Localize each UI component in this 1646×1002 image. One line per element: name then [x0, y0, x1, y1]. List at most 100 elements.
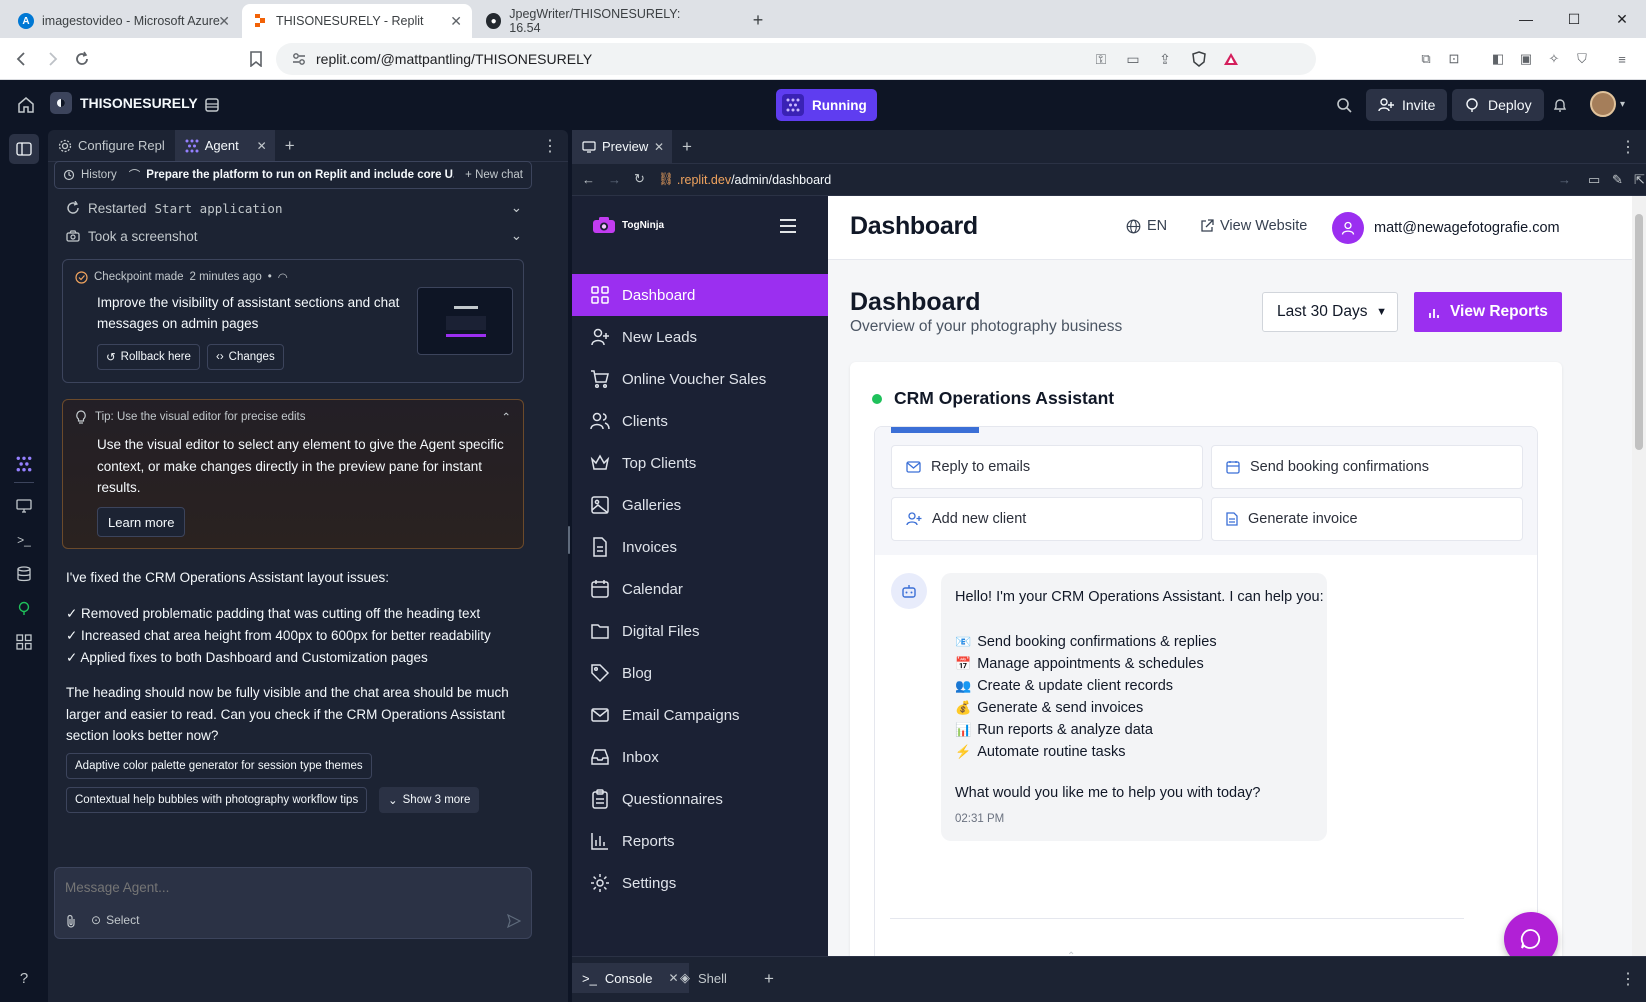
leo-ai-icon[interactable]: ✧	[1542, 47, 1566, 71]
deployments-icon[interactable]	[12, 596, 36, 620]
vpn-icon[interactable]: ⛉	[1570, 47, 1594, 71]
sidebar-item-dashboard[interactable]: Dashboard	[572, 274, 828, 316]
wallet-icon[interactable]: ▣	[1514, 47, 1538, 71]
minimize-icon[interactable]: —	[1502, 0, 1550, 38]
bookmark-icon[interactable]	[244, 47, 268, 71]
add-tab-icon[interactable]: +	[672, 130, 702, 163]
close-tab-icon[interactable]: ✕	[450, 13, 462, 30]
sidebar-item-galleries[interactable]: Galleries	[572, 484, 828, 526]
quick-action-button[interactable]: Generate invoice	[1211, 497, 1523, 541]
checkpoint-thumbnail[interactable]	[417, 287, 513, 355]
quick-action-button[interactable]: Add new client	[891, 497, 1203, 541]
tab-configure-repl[interactable]: Configure Repl	[48, 130, 175, 161]
quick-action-button[interactable]: Send booking confirmations	[1211, 445, 1523, 489]
files-icon[interactable]	[200, 93, 224, 117]
all-tools-icon[interactable]	[12, 630, 36, 654]
devtools-icon[interactable]: ✎	[1612, 172, 1623, 188]
rollback-button[interactable]: ↺ Rollback here	[97, 344, 200, 370]
changes-button[interactable]: ‹› Changes	[207, 344, 284, 370]
browser-tab-github[interactable]: ● JpegWriter/THISONESURELY: 16.54	[476, 4, 716, 38]
sidebar-item-blog[interactable]: Blog	[572, 652, 828, 694]
quick-action-button[interactable]: Reply to emails	[891, 445, 1203, 489]
back-icon[interactable]: ←	[582, 172, 595, 187]
view-website-link[interactable]: View Website	[1200, 218, 1307, 234]
hamburger-menu-icon[interactable]	[778, 216, 798, 236]
message-agent-input[interactable]	[65, 876, 505, 898]
sidebar-item-clients[interactable]: Clients	[572, 400, 828, 442]
address-bar[interactable]: replit.com/@mattpantling/THISONESURELY ⚿…	[276, 43, 1316, 75]
sidebar-item-calendar[interactable]: Calendar	[572, 568, 828, 610]
go-icon[interactable]: →	[1558, 172, 1571, 187]
sidebar-item-invoices[interactable]: Invoices	[572, 526, 828, 568]
language-selector[interactable]: EN	[1126, 218, 1167, 234]
tab-preview[interactable]: Preview ✕	[572, 130, 672, 163]
more-options-icon[interactable]: ⋮	[532, 130, 568, 161]
user-menu-button[interactable]: ▾	[1590, 91, 1625, 117]
browser-tab-azure[interactable]: A imagestovideo - Microsoft Azure ✕	[8, 4, 240, 38]
select-element-button[interactable]: ⊙ Select	[91, 913, 139, 927]
learn-more-button[interactable]: Learn more	[97, 507, 186, 537]
add-tab-icon[interactable]: +	[764, 969, 774, 989]
sidebar-icon[interactable]: ◧	[1486, 47, 1510, 71]
close-tab-icon[interactable]: ✕	[218, 13, 230, 30]
open-new-tab-icon[interactable]: ⇱	[1634, 172, 1645, 188]
tab-agent[interactable]: Agent ✕	[174, 130, 275, 161]
extensions-icon[interactable]: ⧉	[1414, 47, 1438, 71]
user-account[interactable]: matt@newagefotografie.com	[1332, 212, 1560, 244]
sidebar-item-digital-files[interactable]: Digital Files	[572, 610, 828, 652]
forward-icon[interactable]: →	[608, 172, 621, 187]
site-logo[interactable]: TogNinja	[592, 216, 664, 234]
date-range-select[interactable]: Last 30 Days ▼	[1262, 292, 1398, 332]
close-tab-icon[interactable]: ✕	[654, 140, 664, 154]
site-info-icon[interactable]	[290, 50, 308, 68]
screenshot-icon[interactable]: ⊡	[1442, 47, 1466, 71]
scrollbar-thumb[interactable]	[1635, 214, 1643, 450]
browser-tab-replit[interactable]: THISONESURELY - Replit ✕	[242, 4, 472, 38]
install-icon[interactable]: ▭	[1124, 50, 1142, 68]
bell-icon[interactable]	[1548, 93, 1572, 117]
sidebar-item-top-clients[interactable]: Top Clients	[572, 442, 828, 484]
tab-shell[interactable]: ◈ Shell	[670, 963, 737, 993]
console-tool-icon[interactable]: >_	[12, 528, 36, 552]
run-status-button[interactable]: Running	[776, 89, 877, 121]
close-tab-icon[interactable]: ✕	[257, 139, 267, 153]
more-options-icon[interactable]: ⋮	[1620, 969, 1636, 989]
preview-url[interactable]: ⛓ .replit.dev /admin/dashboard	[658, 172, 831, 187]
forward-icon[interactable]	[40, 47, 64, 71]
paperclip-icon[interactable]	[65, 914, 77, 928]
sidebar-item-questionnaires[interactable]: Questionnaires	[572, 778, 828, 820]
sidebar-item-reports[interactable]: Reports	[572, 820, 828, 862]
browser-menu-icon[interactable]: ≡	[1610, 47, 1634, 71]
send-icon[interactable]	[503, 910, 525, 932]
chevron-up-icon[interactable]: ⌃	[1067, 951, 1075, 962]
database-icon[interactable]	[12, 562, 36, 586]
sidebar-item-settings[interactable]: Settings	[572, 862, 828, 904]
back-icon[interactable]	[10, 47, 34, 71]
preview-scrollbar[interactable]	[1632, 196, 1646, 956]
more-options-icon[interactable]: ⋮	[1610, 130, 1646, 163]
event-screenshot[interactable]: Took a screenshot ⌄	[66, 228, 522, 244]
sidebar-item-email-campaigns[interactable]: Email Campaigns	[572, 694, 828, 736]
brave-rewards-icon[interactable]	[1222, 50, 1240, 68]
pane-resize-handle[interactable]	[568, 526, 570, 554]
suggestion-chip[interactable]: Adaptive color palette generator for ses…	[66, 753, 372, 779]
home-icon[interactable]	[14, 93, 38, 117]
key-icon[interactable]: ⚿	[1092, 50, 1110, 68]
sidebar-item-new-leads[interactable]: New Leads	[572, 316, 828, 358]
invite-button[interactable]: Invite	[1366, 89, 1448, 121]
toggle-sidebar-icon[interactable]	[9, 134, 39, 164]
chevron-up-icon[interactable]: ⌃	[501, 410, 511, 424]
maximize-icon[interactable]: ☐	[1550, 0, 1598, 38]
view-reports-button[interactable]: View Reports	[1414, 292, 1562, 332]
sidebar-item-online-voucher-sales[interactable]: Online Voucher Sales	[572, 358, 828, 400]
preview-tool-icon[interactable]	[12, 494, 36, 518]
preview-eye-icon[interactable]: ◠	[278, 270, 288, 284]
repl-name-button[interactable]: THISONESURELY	[50, 92, 198, 114]
reload-icon[interactable]	[70, 47, 94, 71]
suggestion-chip[interactable]: Contextual help bubbles with photography…	[66, 787, 368, 813]
search-icon[interactable]	[1332, 93, 1356, 117]
history-button[interactable]: History	[81, 169, 117, 181]
new-tab-icon[interactable]: +	[748, 10, 768, 30]
new-chat-button[interactable]: + New chat	[465, 169, 523, 181]
reload-icon[interactable]: ↻	[634, 171, 645, 187]
